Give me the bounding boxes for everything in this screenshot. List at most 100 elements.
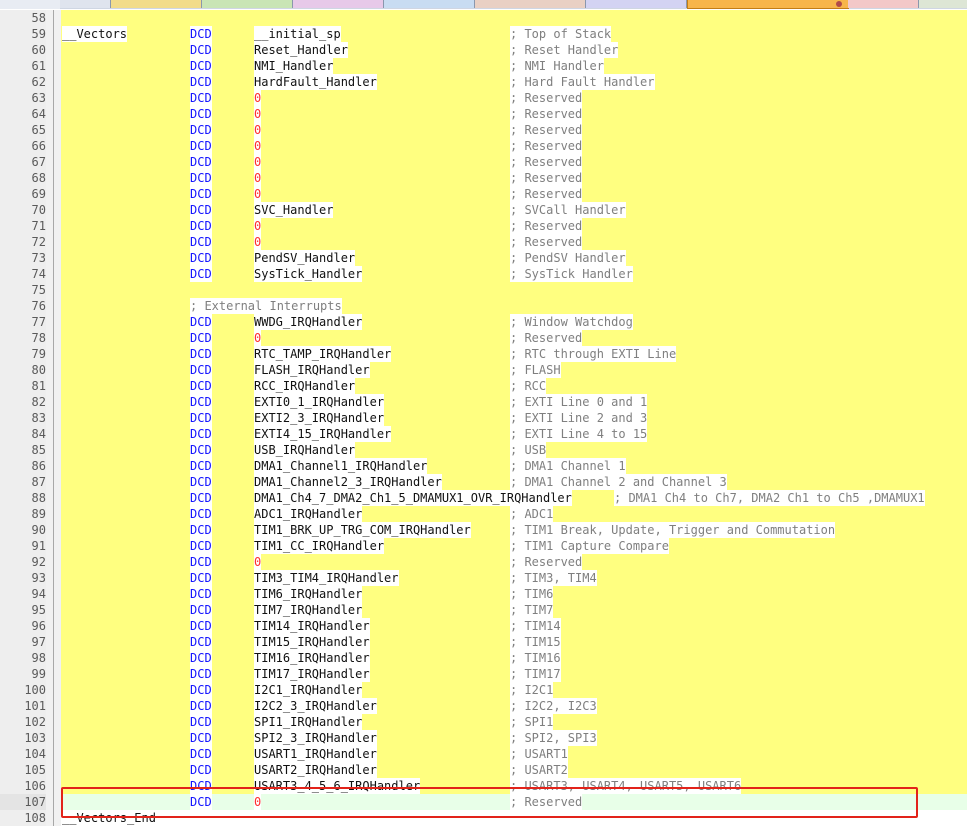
code-line[interactable]: 73 DCD PendSV_Handler ; PendSV Handler [0, 250, 967, 266]
editor-tab[interactable] [848, 0, 919, 8]
editor-tab[interactable] [111, 0, 202, 8]
code-line-content[interactable]: DCD RCC_IRQHandler ; RCC [61, 378, 967, 394]
code-line[interactable]: 66 DCD 0 ; Reserved [0, 138, 967, 154]
code-line-content[interactable]: DCD DMA1_Channel2_3_IRQHandler ; DMA1 Chan… [61, 474, 967, 490]
code-line-content[interactable]: DCD NMI_Handler ; NMI Handler [61, 58, 967, 74]
code-line[interactable]: 59 __Vectors DCD __initial_sp ; Top of Stack [0, 26, 967, 42]
code-line[interactable]: 72 DCD 0 ; Reserved [0, 234, 967, 250]
code-line[interactable]: 106 DCD USART3_4_5_6_IRQHandler ; USART3, U… [0, 778, 967, 794]
code-line-content[interactable]: DCD TIM7_IRQHandler ; TIM7 [61, 602, 967, 618]
code-line[interactable]: 96 DCD TIM14_IRQHandler ; TIM14 [0, 618, 967, 634]
code-line[interactable]: 64 DCD 0 ; Reserved [0, 106, 967, 122]
code-line[interactable]: 85 DCD USB_IRQHandler ; USB [0, 442, 967, 458]
code-line-content[interactable]: DCD SysTick_Handler ; SysTick Handler [61, 266, 967, 282]
code-line[interactable]: 89 DCD ADC1_IRQHandler ; ADC1 [0, 506, 967, 522]
code-line-content[interactable]: DCD EXTI4_15_IRQHandler ; EXTI Line 4 to 1… [61, 426, 967, 442]
code-line[interactable]: 97 DCD TIM15_IRQHandler ; TIM15 [0, 634, 967, 650]
code-line[interactable]: 61 DCD NMI_Handler ; NMI Handler [0, 58, 967, 74]
code-line[interactable]: 62 DCD HardFault_Handler ; Hard Fault Handl… [0, 74, 967, 90]
code-line[interactable]: 86 DCD DMA1_Channel1_IRQHandler ; DMA1 Chan… [0, 458, 967, 474]
editor-tab[interactable] [60, 0, 111, 8]
code-line-content[interactable]: DCD DMA1_Ch4_7_DMA2_Ch1_5_DMAMUX1_OVR_IRQ… [61, 490, 967, 506]
code-line[interactable]: 99 DCD TIM17_IRQHandler ; TIM17 [0, 666, 967, 682]
code-line[interactable]: 67 DCD 0 ; Reserved [0, 154, 967, 170]
code-line-content[interactable]: DCD RTC_TAMP_IRQHandler ; RTC through EXTI… [61, 346, 967, 362]
code-line-content[interactable]: DCD 0 ; Reserved [61, 106, 967, 122]
editor-tab[interactable] [919, 0, 967, 8]
code-line-content[interactable]: DCD SPI2_3_IRQHandler ; SPI2, SPI3 [61, 730, 967, 746]
code-line-content[interactable]: DCD USART3_4_5_6_IRQHandler ; USART3, USAR… [61, 778, 967, 794]
code-line-content[interactable]: DCD USART1_IRQHandler ; USART1 [61, 746, 967, 762]
code-line-content[interactable]: DCD EXTI0_1_IRQHandler ; EXTI Line 0 and 1 [61, 394, 967, 410]
code-line-content[interactable]: DCD 0 ; Reserved [61, 154, 967, 170]
code-line[interactable]: 100 DCD I2C1_IRQHandler ; I2C1 [0, 682, 967, 698]
code-line[interactable]: 101 DCD I2C2_3_IRQHandler ; I2C2, I2C3 [0, 698, 967, 714]
code-line-content[interactable]: DCD SPI1_IRQHandler ; SPI1 [61, 714, 967, 730]
code-line[interactable]: 82 DCD EXTI0_1_IRQHandler ; EXTI Line 0 and… [0, 394, 967, 410]
code-line[interactable]: 80 DCD FLASH_IRQHandler ; FLASH [0, 362, 967, 378]
code-line-content[interactable]: DCD TIM17_IRQHandler ; TIM17 [61, 666, 967, 682]
code-line-content[interactable] [61, 282, 967, 298]
code-line[interactable]: 95 DCD TIM7_IRQHandler ; TIM7 [0, 602, 967, 618]
editor-tab[interactable] [384, 0, 475, 8]
code-line[interactable]: 98 DCD TIM16_IRQHandler ; TIM16 [0, 650, 967, 666]
code-line[interactable]: 102 DCD SPI1_IRQHandler ; SPI1 [0, 714, 967, 730]
code-line[interactable]: 76 ; External Interrupts [0, 298, 967, 314]
code-line-content[interactable]: DCD 0 ; Reserved [61, 138, 967, 154]
code-line-content[interactable] [61, 10, 967, 26]
code-line-content[interactable]: DCD 0 ; Reserved [61, 122, 967, 138]
code-line[interactable]: 68 DCD 0 ; Reserved [0, 170, 967, 186]
code-line-content[interactable]: DCD EXTI2_3_IRQHandler ; EXTI Line 2 and 3 [61, 410, 967, 426]
code-line[interactable]: 107 DCD 0 ; Reserved [0, 794, 967, 810]
code-line-content[interactable]: DCD I2C2_3_IRQHandler ; I2C2, I2C3 [61, 698, 967, 714]
code-line-content[interactable]: __Vectors DCD __initial_sp ; Top of Stack [61, 26, 967, 42]
code-line[interactable]: 90 DCD TIM1_BRK_UP_TRG_COM_IRQHandler ; TIM… [0, 522, 967, 538]
code-line-content[interactable]: DCD TIM1_BRK_UP_TRG_COM_IRQHandler ; TIM1 … [61, 522, 967, 538]
code-line-content[interactable]: __Vectors_End [61, 810, 967, 826]
code-line-content[interactable]: DCD 0 ; Reserved [61, 234, 967, 250]
code-line[interactable]: 75 [0, 282, 967, 298]
code-line-content[interactable]: DCD WWDG_IRQHandler ; Window Watchdog [61, 314, 967, 330]
code-line-content[interactable]: DCD ADC1_IRQHandler ; ADC1 [61, 506, 967, 522]
code-line-content[interactable]: DCD 0 ; Reserved [61, 90, 967, 106]
code-line-content[interactable]: DCD 0 ; Reserved [61, 330, 967, 346]
editor-tab[interactable] [475, 0, 586, 8]
code-line[interactable]: 108 __Vectors_End [0, 810, 967, 826]
code-line-content[interactable]: DCD USART2_IRQHandler ; USART2 [61, 762, 967, 778]
code-line[interactable]: 83 DCD EXTI2_3_IRQHandler ; EXTI Line 2 and… [0, 410, 967, 426]
code-line[interactable]: 60 DCD Reset_Handler ; Reset Handler [0, 42, 967, 58]
code-line[interactable]: 69 DCD 0 ; Reserved [0, 186, 967, 202]
code-line-content[interactable]: DCD HardFault_Handler ; Hard Fault Handler [61, 74, 967, 90]
editor-tab[interactable] [293, 0, 384, 8]
code-line-content[interactable]: DCD DMA1_Channel1_IRQHandler ; DMA1 Channe… [61, 458, 967, 474]
code-line[interactable]: 91 DCD TIM1_CC_IRQHandler ; TIM1 Capture Co… [0, 538, 967, 554]
code-line[interactable]: 58 [0, 10, 967, 26]
code-line[interactable]: 87 DCD DMA1_Channel2_3_IRQHandler ; DMA1 Ch… [0, 474, 967, 490]
code-line[interactable]: 71 DCD 0 ; Reserved [0, 218, 967, 234]
code-line-content[interactable]: DCD FLASH_IRQHandler ; FLASH [61, 362, 967, 378]
code-line-content[interactable]: DCD TIM15_IRQHandler ; TIM15 [61, 634, 967, 650]
code-line[interactable]: 93 DCD TIM3_TIM4_IRQHandler ; TIM3, TIM4 [0, 570, 967, 586]
code-line[interactable]: 103 DCD SPI2_3_IRQHandler ; SPI2, SPI3 [0, 730, 967, 746]
code-line[interactable]: 63 DCD 0 ; Reserved [0, 90, 967, 106]
code-line-content[interactable]: DCD TIM1_CC_IRQHandler ; TIM1 Capture Comp… [61, 538, 967, 554]
code-line[interactable]: 81 DCD RCC_IRQHandler ; RCC [0, 378, 967, 394]
code-line[interactable]: 104 DCD USART1_IRQHandler ; USART1 [0, 746, 967, 762]
code-line[interactable]: 84 DCD EXTI4_15_IRQHandler ; EXTI Line 4 to… [0, 426, 967, 442]
code-line-content[interactable]: DCD TIM14_IRQHandler ; TIM14 [61, 618, 967, 634]
code-line[interactable]: 79 DCD RTC_TAMP_IRQHandler ; RTC through EX… [0, 346, 967, 362]
code-line-content[interactable]: DCD SVC_Handler ; SVCall Handler [61, 202, 967, 218]
code-line[interactable]: 105 DCD USART2_IRQHandler ; USART2 [0, 762, 967, 778]
code-line[interactable]: 94 DCD TIM6_IRQHandler ; TIM6 [0, 586, 967, 602]
code-line-content[interactable]: DCD TIM6_IRQHandler ; TIM6 [61, 586, 967, 602]
code-line-content[interactable]: DCD Reset_Handler ; Reset Handler [61, 42, 967, 58]
code-line-content[interactable]: DCD 0 ; Reserved [61, 794, 967, 810]
editor-tab-active[interactable] [687, 0, 849, 9]
code-line[interactable]: 92 DCD 0 ; Reserved [0, 554, 967, 570]
code-line[interactable]: 77 DCD WWDG_IRQHandler ; Window Watchdog [0, 314, 967, 330]
tab-close-icon[interactable] [836, 1, 842, 7]
code-line-content[interactable]: DCD 0 ; Reserved [61, 554, 967, 570]
code-line-content[interactable]: DCD 0 ; Reserved [61, 218, 967, 234]
code-line[interactable]: 88 DCD DMA1_Ch4_7_DMA2_Ch1_5_DMAMUX1_OVR_I… [0, 490, 967, 506]
editor-tab[interactable] [586, 0, 687, 8]
